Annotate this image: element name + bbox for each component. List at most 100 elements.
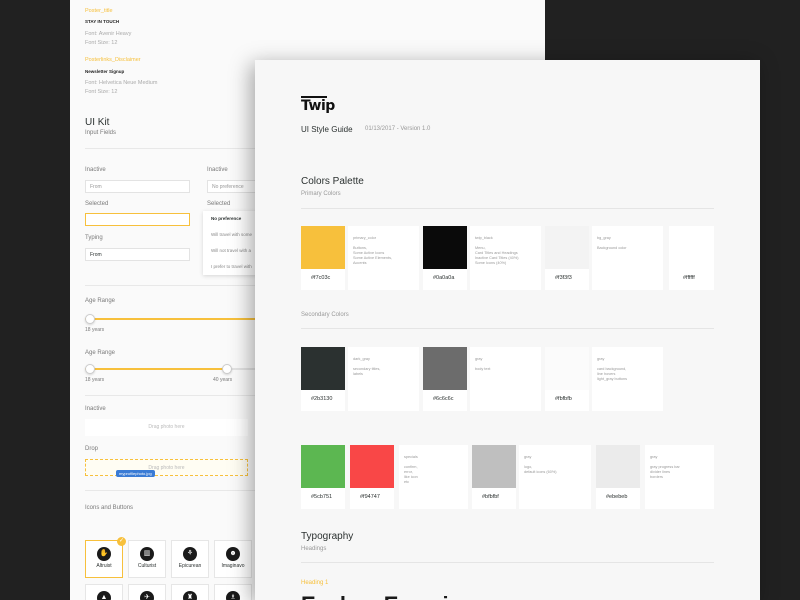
age-range-handle[interactable] [85,314,95,324]
heading1-label: Heading 1 [301,580,329,586]
swatch-color [423,226,467,269]
swatch-description: twip_black Menu, Card Titles and Heading… [470,226,541,290]
plane-icon: ✈ [140,591,154,600]
photo-drop-label: Drop [85,446,99,452]
tower-icon: ♜ [183,591,197,600]
icon-button-epicurean[interactable]: ⚘ Epicurean [171,540,209,578]
age-range-max-handle[interactable] [222,364,232,374]
swatch-color [472,445,516,488]
poster-title-label: Poster_title [85,8,113,14]
photo-dropzone-active[interactable]: Drag photo here [85,459,248,476]
dropdown-menu: No preference Will travel with some Will… [203,211,258,275]
poster-links-size: Font Size: 12 [85,89,118,95]
swatch-hex: #f94747 [360,494,380,500]
swatch-color [301,445,345,488]
swatch-description: gray gray progress bar divider lines bor… [645,445,714,509]
dropdown-option[interactable]: Will travel with some [203,227,258,243]
figure-icon: ♗ [226,591,240,600]
divider [85,285,255,286]
swatch-hex: #0a0a0a [433,275,455,281]
inactive-input[interactable]: From [85,180,190,193]
swatch-color [596,445,640,488]
color-swatch: #f7c03c [301,226,345,290]
color-swatch: #2b3130 [301,347,345,411]
poster-links-font: Font: Helvetica Neue Medium [85,80,158,86]
page-title: UI Style Guide [301,125,353,134]
dropdown-option[interactable]: I prefer to travel with [203,259,258,275]
heading1-sample: Explore Experiences [301,592,508,600]
swatch-description: dark_gray secondary titles, labels [348,347,419,411]
poster-title-size: Font Size: 12 [85,40,118,46]
divider [301,328,714,329]
swatch-description: gray logo, default icons (60%) [519,445,591,509]
dropdown-option[interactable]: No preference [203,211,258,227]
color-swatch: #f94747 [350,445,394,509]
icon-label: Imaginavo [221,563,245,569]
color-swatch: #bfbfbf [472,445,516,509]
colors-palette-title: Colors Palette [301,176,364,187]
swatch-description: gray body text [470,347,541,411]
input-fields-label: Input Fields [85,130,117,136]
divider [301,208,714,209]
color-swatch: #5cb751 [301,445,345,509]
age-range-max: 40 years [213,377,233,383]
icon-button[interactable]: ♗ [214,584,252,600]
age-range-min-handle[interactable] [85,364,95,374]
icon-button[interactable]: ✈ [128,584,166,600]
photo-inactive-label: Inactive [85,406,106,412]
typography-title: Typography [301,531,354,542]
swatch-hex: #ffffff [683,275,695,281]
photo-dropzone[interactable]: Drag photo here [85,419,248,436]
poster-title-font: Font: Avenir Heavy [85,31,132,37]
icon-button-culturist[interactable]: ▥ Culturist [128,540,166,578]
divider [301,562,714,563]
age-range-track-selected[interactable] [85,368,228,370]
icon-button[interactable]: ♜ [171,584,209,600]
poster-links-sample: Newsletter Signup [85,69,125,74]
swatch-color [301,226,345,269]
secondary-colors-label: Secondary Colors [301,312,349,318]
age-range-track[interactable] [85,318,255,320]
swatch-hex: #2b3130 [311,396,333,402]
hand-heart-icon: ✋ [97,547,111,561]
divider [85,148,255,149]
selected-select-label: Selected [207,201,231,207]
style-guide-sheet: Twip UI Style Guide 01/13/2017 - Version… [255,60,760,600]
age-range-min: 18 years [85,377,105,383]
swatch-hex: #6c6c6c [433,396,454,402]
ui-kit-title: UI Kit [85,117,110,128]
color-swatch: #fbfbfb [545,347,589,411]
swatch-color [423,347,467,390]
icon-label: Altruist [96,563,112,569]
headings-label: Headings [301,546,327,552]
typing-input[interactable]: From [85,248,190,261]
inactive-label: Inactive [85,167,106,173]
swatch-hex: #f7c03c [311,275,331,281]
swatch-color [545,347,589,390]
mountain-icon: ▲ [97,591,111,600]
selected-input[interactable] [85,213,190,226]
divider [85,490,255,491]
check-icon: ✓ [117,537,126,546]
inactive-select[interactable]: No preference [207,180,257,193]
poster-links-label: Posterlinks_Disclaimer [85,57,141,63]
swatch-hex: #ebebeb [606,494,628,500]
icon-button-imaginavo[interactable]: ☻ Imaginavo [214,540,252,578]
color-swatch: #0a0a0a [423,226,467,290]
swatch-color [669,226,713,269]
poster-title-sample: STAY IN TOUCH [85,19,120,24]
dragged-file-chip[interactable]: myprofilephoto.jpg [116,470,155,477]
age-range-track-rest[interactable] [228,368,255,370]
icon-button-altruist[interactable]: ✋ Altruist ✓ [85,537,126,578]
icon-button[interactable]: ▲ [85,584,123,600]
icons-title: Icons and Buttons [85,505,134,511]
swatch-hex: #5cb751 [311,494,333,500]
dropdown-option[interactable]: Will not travel with a [203,243,258,259]
swatch-hex: #fbfbfb [555,396,572,402]
twip-logo: Twip [301,98,335,114]
color-swatch: #ffffff [669,226,714,290]
mask-icon: ☻ [226,547,240,561]
age-range-label: Age Range [85,350,116,356]
icon-label: Culturist [137,563,157,569]
typing-label: Typing [85,235,103,241]
